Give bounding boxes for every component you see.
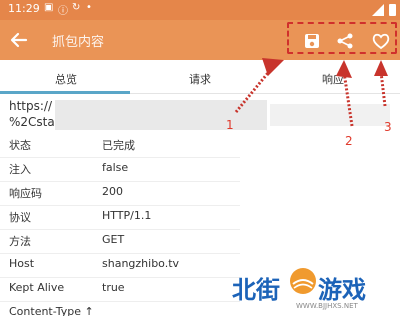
tab-request[interactable]: 请求 [189,71,211,87]
tab-bar: 总览 请求 响应 [0,60,400,94]
share-icon[interactable] [336,32,354,50]
row-value: GET [102,233,125,246]
row-value: shangzhibo.tv [102,257,180,270]
redacted-region [55,100,267,130]
row-value: 已完成 [102,139,135,152]
annotation-number-3: 3 [384,120,392,134]
screen: 11:29 ▣ ⓘ ↻ • 抓包内容 总览 请求 响应 https:// %2C… [0,0,400,316]
list-item: 方法 GET [0,230,240,254]
save-icon[interactable] [303,32,321,50]
row-key: Host [9,257,35,270]
heart-icon[interactable] [372,32,390,50]
row-key: 方法 [9,235,31,248]
redacted-region [270,104,390,126]
tab-indicator [0,91,130,94]
tab-response[interactable]: 响应 [322,71,344,87]
dot-icon: • [86,2,92,13]
list-item: Kept Alive true [0,278,240,302]
row-key: 协议 [9,211,31,224]
watermark-text-right: 游戏 [318,276,366,304]
row-key: Kept Alive [9,281,65,294]
battery-icon [389,4,396,16]
list-item: Content-Type ↑ [0,302,240,316]
row-key: 响应码 [9,187,42,200]
list-item: 注入 false [0,158,240,182]
annotation-number-1: 1 [226,118,234,132]
notification-icon: ▣ [44,2,54,13]
sync-icon: ↻ [72,2,81,13]
action-group [287,22,397,54]
url-line-2: %2Csta [9,115,55,129]
watermark-text-left: 北街 [232,276,280,304]
row-key: 注入 [9,163,31,176]
tab-overview[interactable]: 总览 [55,71,77,87]
watermark-url: WWW.BJJHXS.NET [296,302,358,310]
row-key: Content-Type ↑ [9,305,94,316]
row-value: true [102,281,125,294]
list-item: Host shangzhibo.tv [0,254,240,278]
status-bar: 11:29 ▣ ⓘ ↻ • [0,0,400,20]
page-title: 抓包内容 [52,35,105,50]
signal-icon [372,4,384,16]
list-item: 协议 HTTP/1.1 [0,206,240,230]
url-line-1: https:// [9,99,53,113]
list-item: 响应码 200 [0,182,240,206]
row-value: HTTP/1.1 [102,209,152,222]
list-item: 状态 已完成 [0,134,240,158]
watermark-logo-icon [290,268,316,294]
row-value: false [102,161,129,174]
annotation-number-2: 2 [345,134,353,148]
status-time: 11:29 [8,2,40,15]
back-arrow-icon[interactable] [8,29,30,51]
alert-icon: ⓘ [58,6,68,17]
row-value: 200 [102,185,123,198]
watermark: 北街 游戏 WWW.BJJHXS.NET [232,262,400,316]
row-key: 状态 [9,139,31,152]
